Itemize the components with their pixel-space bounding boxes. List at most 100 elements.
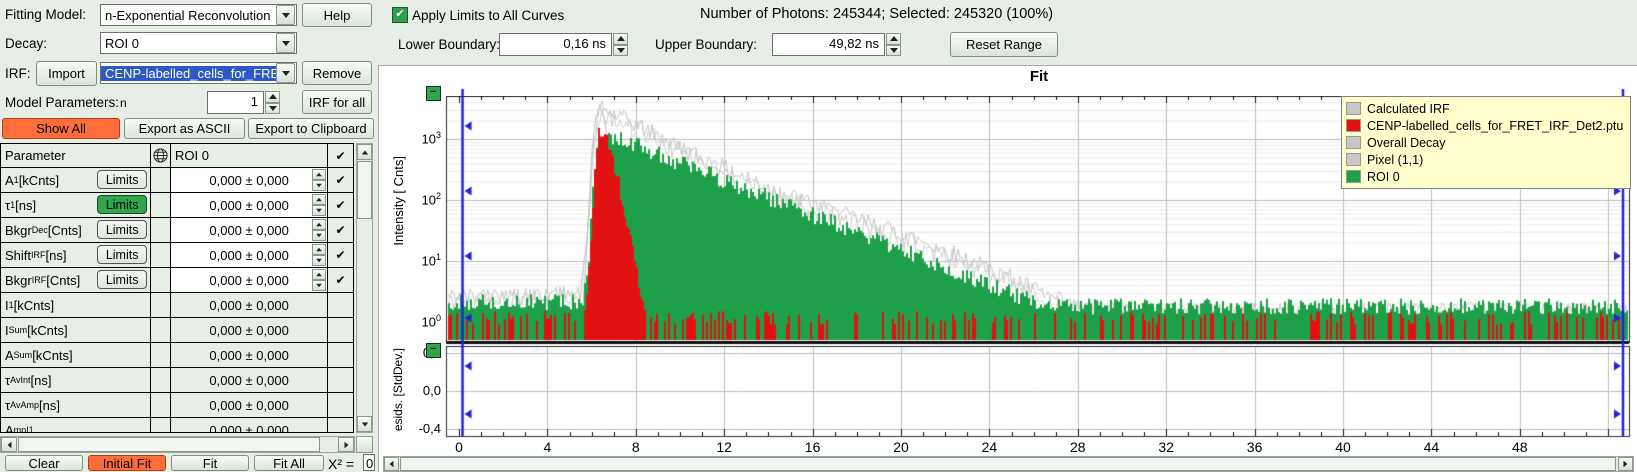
x-axis-tick-label: 20 [883, 439, 919, 455]
row-checkbox[interactable]: ✔ [327, 193, 353, 217]
spin-up-icon[interactable] [312, 269, 326, 280]
collapse-residuals-handle[interactable]: − [426, 343, 441, 358]
chi2-label: X² = [328, 456, 354, 472]
spin-up-icon[interactable] [312, 169, 326, 180]
spin-up-icon[interactable] [312, 244, 326, 255]
globe-icon[interactable] [150, 144, 170, 167]
parameter-column-header: Parameter [1, 144, 150, 167]
table-vertical-scrollbar[interactable] [356, 143, 373, 433]
row-checkbox[interactable] [327, 418, 353, 433]
show-all-button[interactable]: Show All [2, 118, 120, 139]
row-checkbox[interactable]: ✔ [327, 168, 353, 192]
parameter-value: 0,000 ± 0,000 [170, 343, 327, 367]
limits-button[interactable]: Limits [97, 220, 147, 239]
spin-down-icon[interactable] [613, 45, 628, 57]
value-spinner[interactable] [312, 194, 326, 216]
spin-down-icon[interactable] [265, 103, 280, 115]
scroll-thumb[interactable] [400, 457, 1616, 471]
irf-remove-button[interactable]: Remove [302, 61, 372, 85]
chevron-down-icon[interactable] [276, 5, 295, 25]
parameter-value[interactable]: 0,000 ± 0,000 [170, 243, 327, 267]
limits-button[interactable]: Limits [97, 270, 147, 289]
decay-select[interactable]: ROI 0 [100, 32, 297, 54]
globe-cell [150, 293, 170, 317]
lower-boundary-input[interactable]: 0,16 ns [499, 33, 612, 56]
spin-up-icon[interactable] [312, 194, 326, 205]
globe-cell [150, 368, 170, 392]
lower-boundary-spinner[interactable] [613, 33, 628, 56]
value-spinner[interactable] [312, 219, 326, 241]
value-spinner[interactable] [312, 244, 326, 266]
parameter-value: 0,000 ± 0,000 [170, 318, 327, 342]
row-checkbox[interactable]: ✔ [327, 243, 353, 267]
parameter-value[interactable]: 0,000 ± 0,000 [170, 168, 327, 192]
row-checkbox[interactable] [327, 343, 353, 367]
help-button[interactable]: Help [302, 3, 372, 27]
irf-for-all-button[interactable]: IRF for all [302, 90, 372, 114]
fit-all-button[interactable]: Fit All [254, 455, 324, 471]
irf-file-select[interactable]: CENP-labelled_cells_for_FRET [100, 62, 297, 84]
parameter-value: 0,000 ± 0,000 [170, 368, 327, 392]
globe-cell [150, 318, 170, 342]
export-clipboard-button[interactable]: Export to Clipboard [248, 118, 374, 139]
chart-title: Fit [939, 68, 1139, 85]
legend-label: Pixel (1,1) [1367, 153, 1423, 167]
spin-up-icon[interactable] [613, 33, 628, 45]
row-checkbox[interactable]: ✔ [327, 268, 353, 292]
row-checkbox[interactable] [327, 393, 353, 417]
lower-boundary-label: Lower Boundary: [398, 37, 500, 52]
chart-horizontal-scrollbar[interactable] [383, 456, 1634, 472]
parameter-value[interactable]: 0,000 ± 0,000 [170, 193, 327, 217]
table-horizontal-scrollbar[interactable] [0, 436, 355, 453]
upper-boundary-spinner[interactable] [886, 33, 901, 56]
scroll-thumb[interactable] [357, 161, 372, 219]
value-spinner[interactable] [312, 169, 326, 191]
spin-down-icon[interactable] [312, 255, 326, 266]
chi2-value: 0,000 [363, 454, 375, 471]
limits-button[interactable]: Limits [97, 245, 147, 264]
chevron-down-icon[interactable] [276, 63, 295, 83]
row-checkbox[interactable]: ✔ [327, 218, 353, 242]
scroll-down-icon[interactable] [357, 416, 372, 432]
spin-down-icon[interactable] [312, 280, 326, 291]
spin-down-icon[interactable] [312, 205, 326, 216]
spin-up-icon[interactable] [886, 33, 901, 45]
fit-button[interactable]: Fit [171, 455, 249, 471]
spin-up-icon[interactable] [265, 91, 280, 103]
initial-fit-button[interactable]: Initial Fit [88, 455, 166, 471]
model-parameters-spinner[interactable] [265, 91, 280, 114]
apply-limits-checkbox[interactable]: ✔ [392, 7, 408, 23]
scroll-up-icon[interactable] [357, 144, 372, 160]
scroll-right-icon[interactable] [1618, 457, 1633, 471]
row-checkbox[interactable] [327, 293, 353, 317]
reset-range-button[interactable]: Reset Range [950, 32, 1058, 57]
scroll-right-icon[interactable] [338, 437, 354, 452]
spin-up-icon[interactable] [312, 219, 326, 230]
spin-down-icon[interactable] [886, 45, 901, 57]
collapse-intensity-handle[interactable]: − [426, 86, 441, 101]
header-check[interactable]: ✔ [327, 144, 353, 167]
limits-button[interactable]: Limits [97, 195, 147, 214]
spin-down-icon[interactable] [312, 180, 326, 191]
irf-file-value: CENP-labelled_cells_for_FRET [101, 66, 276, 81]
irf-import-button[interactable]: Import [36, 61, 97, 86]
upper-boundary-input[interactable]: 49,82 ns [772, 33, 885, 56]
scroll-left-icon[interactable] [384, 457, 399, 471]
parameter-value[interactable]: 0,000 ± 0,000 [170, 268, 327, 292]
parameter-name: I1[kCnts] [1, 293, 150, 317]
model-parameters-n-input[interactable]: 1 [207, 91, 264, 114]
parameter-name: τAvInt[ns] [1, 368, 150, 392]
row-checkbox[interactable] [327, 368, 353, 392]
fitting-model-select[interactable]: n-Exponential Reconvolution [100, 4, 297, 26]
scroll-left-icon[interactable] [1, 437, 17, 452]
value-spinner[interactable] [312, 269, 326, 291]
spin-down-icon[interactable] [312, 230, 326, 241]
legend-swatch-icon [1346, 153, 1361, 166]
parameter-value[interactable]: 0,000 ± 0,000 [170, 218, 327, 242]
row-checkbox[interactable] [327, 318, 353, 342]
clear-button[interactable]: Clear [5, 455, 83, 471]
export-ascii-button[interactable]: Export as ASCII [124, 118, 245, 139]
scroll-thumb[interactable] [18, 437, 320, 452]
limits-button[interactable]: Limits [97, 170, 147, 189]
chevron-down-icon[interactable] [276, 33, 295, 53]
